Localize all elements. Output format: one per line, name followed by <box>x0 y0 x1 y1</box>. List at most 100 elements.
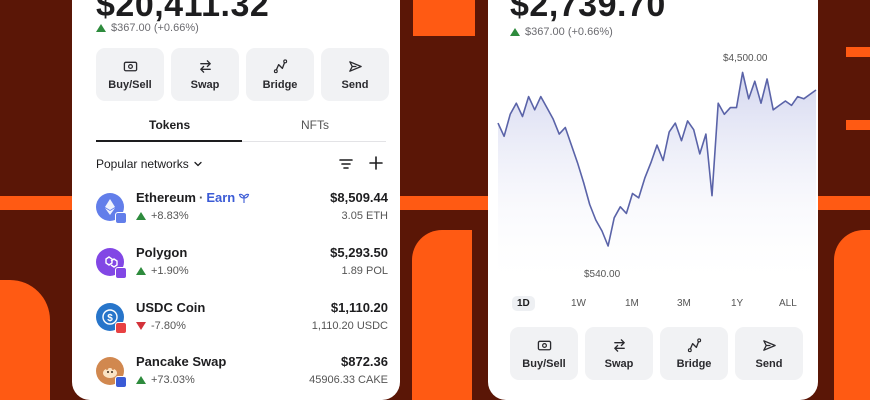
add-token-icon[interactable] <box>368 155 384 171</box>
asset-detail-screen: $2,739.70 $367.00 (+0.66%) $4,500.00 $54… <box>488 0 818 400</box>
bg-orange-strip-left <box>0 196 72 210</box>
send-button[interactable]: Send <box>321 48 389 101</box>
range-1y[interactable]: 1Y <box>726 296 748 311</box>
cash-icon <box>537 340 551 350</box>
chevron-down-icon <box>194 161 202 167</box>
range-1m[interactable]: 1M <box>620 296 644 311</box>
polygon-icon <box>96 248 127 279</box>
network-filter-row: Popular networks <box>96 155 386 175</box>
buy-sell-label: Buy/Sell <box>522 357 566 370</box>
token-row-pancake-swap[interactable]: Pancake Swap +73.03% $872.36 45906.33 CA… <box>96 353 388 393</box>
asset-tabs: Tokens NFTs <box>96 112 386 142</box>
network-filter-label: Popular networks <box>96 157 189 171</box>
send-icon <box>348 60 362 72</box>
price-chart-svg <box>497 71 817 289</box>
up-arrow-icon <box>96 24 106 32</box>
bridge-icon <box>687 337 701 352</box>
polygon-network-badge <box>115 267 127 279</box>
swap-button[interactable]: Swap <box>585 327 653 380</box>
down-arrow-icon <box>136 322 146 330</box>
token-change-text: -7.80% <box>151 320 186 332</box>
send-button[interactable]: Send <box>735 327 803 380</box>
swap-label: Swap <box>190 78 220 91</box>
bg-orange-strip-right <box>818 196 870 210</box>
token-name: USDC Coin <box>136 300 205 315</box>
token-value: $872.36 <box>341 354 388 369</box>
up-arrow-icon <box>510 28 520 36</box>
bg-orange-block-right-2 <box>846 120 870 130</box>
token-name-text: Polygon <box>136 245 188 260</box>
token-row-ethereum[interactable]: Ethereum · Earn +8.83% $8,509.44 3.05 ET… <box>96 189 388 229</box>
chart-high-label: $4,500.00 <box>723 53 768 64</box>
balance-change-text: $367.00 (+0.66%) <box>111 22 199 34</box>
token-amount: 45906.33 CAKE <box>309 374 388 386</box>
bg-orange-block-bottom-right <box>834 230 870 400</box>
token-amount: 1.89 POL <box>341 265 388 277</box>
asset-change: $367.00 (+0.66%) <box>510 26 613 38</box>
tab-nfts[interactable]: NFTs <box>301 118 329 132</box>
bridge-button[interactable]: Bridge <box>246 48 314 101</box>
token-name-text: Pancake Swap <box>136 354 227 369</box>
range-3m[interactable]: 3M <box>672 296 696 311</box>
usdc-icon: $ <box>96 303 127 334</box>
token-amount: 3.05 ETH <box>341 210 388 222</box>
buy-sell-button[interactable]: Buy/Sell <box>96 48 164 101</box>
send-icon <box>762 339 776 351</box>
chart-low-label: $540.00 <box>584 269 621 280</box>
send-label: Send <box>341 78 369 91</box>
range-1d[interactable]: 1D <box>512 296 535 311</box>
token-change: +1.90% <box>136 265 189 277</box>
up-arrow-icon <box>136 376 146 384</box>
active-tab-indicator <box>96 140 242 142</box>
token-change: +8.83% <box>136 210 189 222</box>
bg-orange-strip-middle <box>400 196 488 210</box>
buy-sell-label: Buy/Sell <box>108 78 152 91</box>
up-arrow-icon <box>136 267 146 275</box>
bg-orange-block-bottom-middle <box>412 230 472 400</box>
bridge-label: Bridge <box>676 357 712 370</box>
action-buttons: Buy/Sell Swap Bridge Send <box>96 48 389 101</box>
bg-orange-block-bottom-left <box>0 280 50 400</box>
token-amount: 1,110.20 USDC <box>311 320 388 332</box>
network-filter-dropdown[interactable]: Popular networks <box>96 157 203 171</box>
token-change: +73.03% <box>136 374 195 386</box>
swap-button[interactable]: Swap <box>171 48 239 101</box>
up-arrow-icon <box>136 212 146 220</box>
token-name: Polygon <box>136 245 187 260</box>
asset-action-buttons: Buy/Sell Swap Bridge Send <box>510 327 803 380</box>
bridge-label: Bridge <box>262 78 298 91</box>
ethereum-network-badge <box>115 212 127 224</box>
wallet-home-screen: $20,411.32 $367.00 (+0.66%) Buy/Sell Swa… <box>72 0 400 400</box>
pancake-swap-icon <box>96 357 127 388</box>
token-row-polygon[interactable]: Polygon +1.90% $5,293.50 1.89 POL <box>96 244 388 284</box>
send-label: Send <box>755 357 783 370</box>
token-change: -7.80% <box>136 320 186 332</box>
token-row-usdc[interactable]: $ USDC Coin -7.80% $1,110.20 1,110.20 US… <box>96 299 388 339</box>
ethereum-icon <box>96 193 127 224</box>
bg-orange-block-middle <box>413 0 475 36</box>
swap-arrows-icon <box>199 59 211 73</box>
balance-change: $367.00 (+0.66%) <box>96 22 199 34</box>
bridge-button[interactable]: Bridge <box>660 327 728 380</box>
earn-link[interactable]: Earn <box>206 190 235 205</box>
token-change-text: +8.83% <box>151 210 189 222</box>
buy-sell-button[interactable]: Buy/Sell <box>510 327 578 380</box>
asset-change-text: $367.00 (+0.66%) <box>525 26 613 38</box>
token-change-text: +1.90% <box>151 265 189 277</box>
time-range-selector: 1D 1W 1M 3M 1Y ALL <box>508 296 808 314</box>
cash-icon <box>123 61 137 71</box>
token-name: Ethereum · Earn <box>136 190 250 205</box>
bridge-icon <box>273 58 287 73</box>
bg-orange-block-right <box>846 47 870 57</box>
asset-balance: $2,739.70 <box>510 0 666 24</box>
range-all[interactable]: ALL <box>774 296 802 311</box>
tab-tokens[interactable]: Tokens <box>149 118 190 132</box>
token-value: $5,293.50 <box>330 245 388 260</box>
pancake-network-badge <box>115 376 127 388</box>
token-name-text: USDC Coin <box>136 300 206 315</box>
separator-dot: · <box>198 190 204 205</box>
price-chart[interactable]: $4,500.00 $540.00 <box>488 48 818 289</box>
token-change-text: +73.03% <box>151 374 195 386</box>
range-1w[interactable]: 1W <box>566 296 591 311</box>
sort-icon[interactable] <box>338 157 354 171</box>
